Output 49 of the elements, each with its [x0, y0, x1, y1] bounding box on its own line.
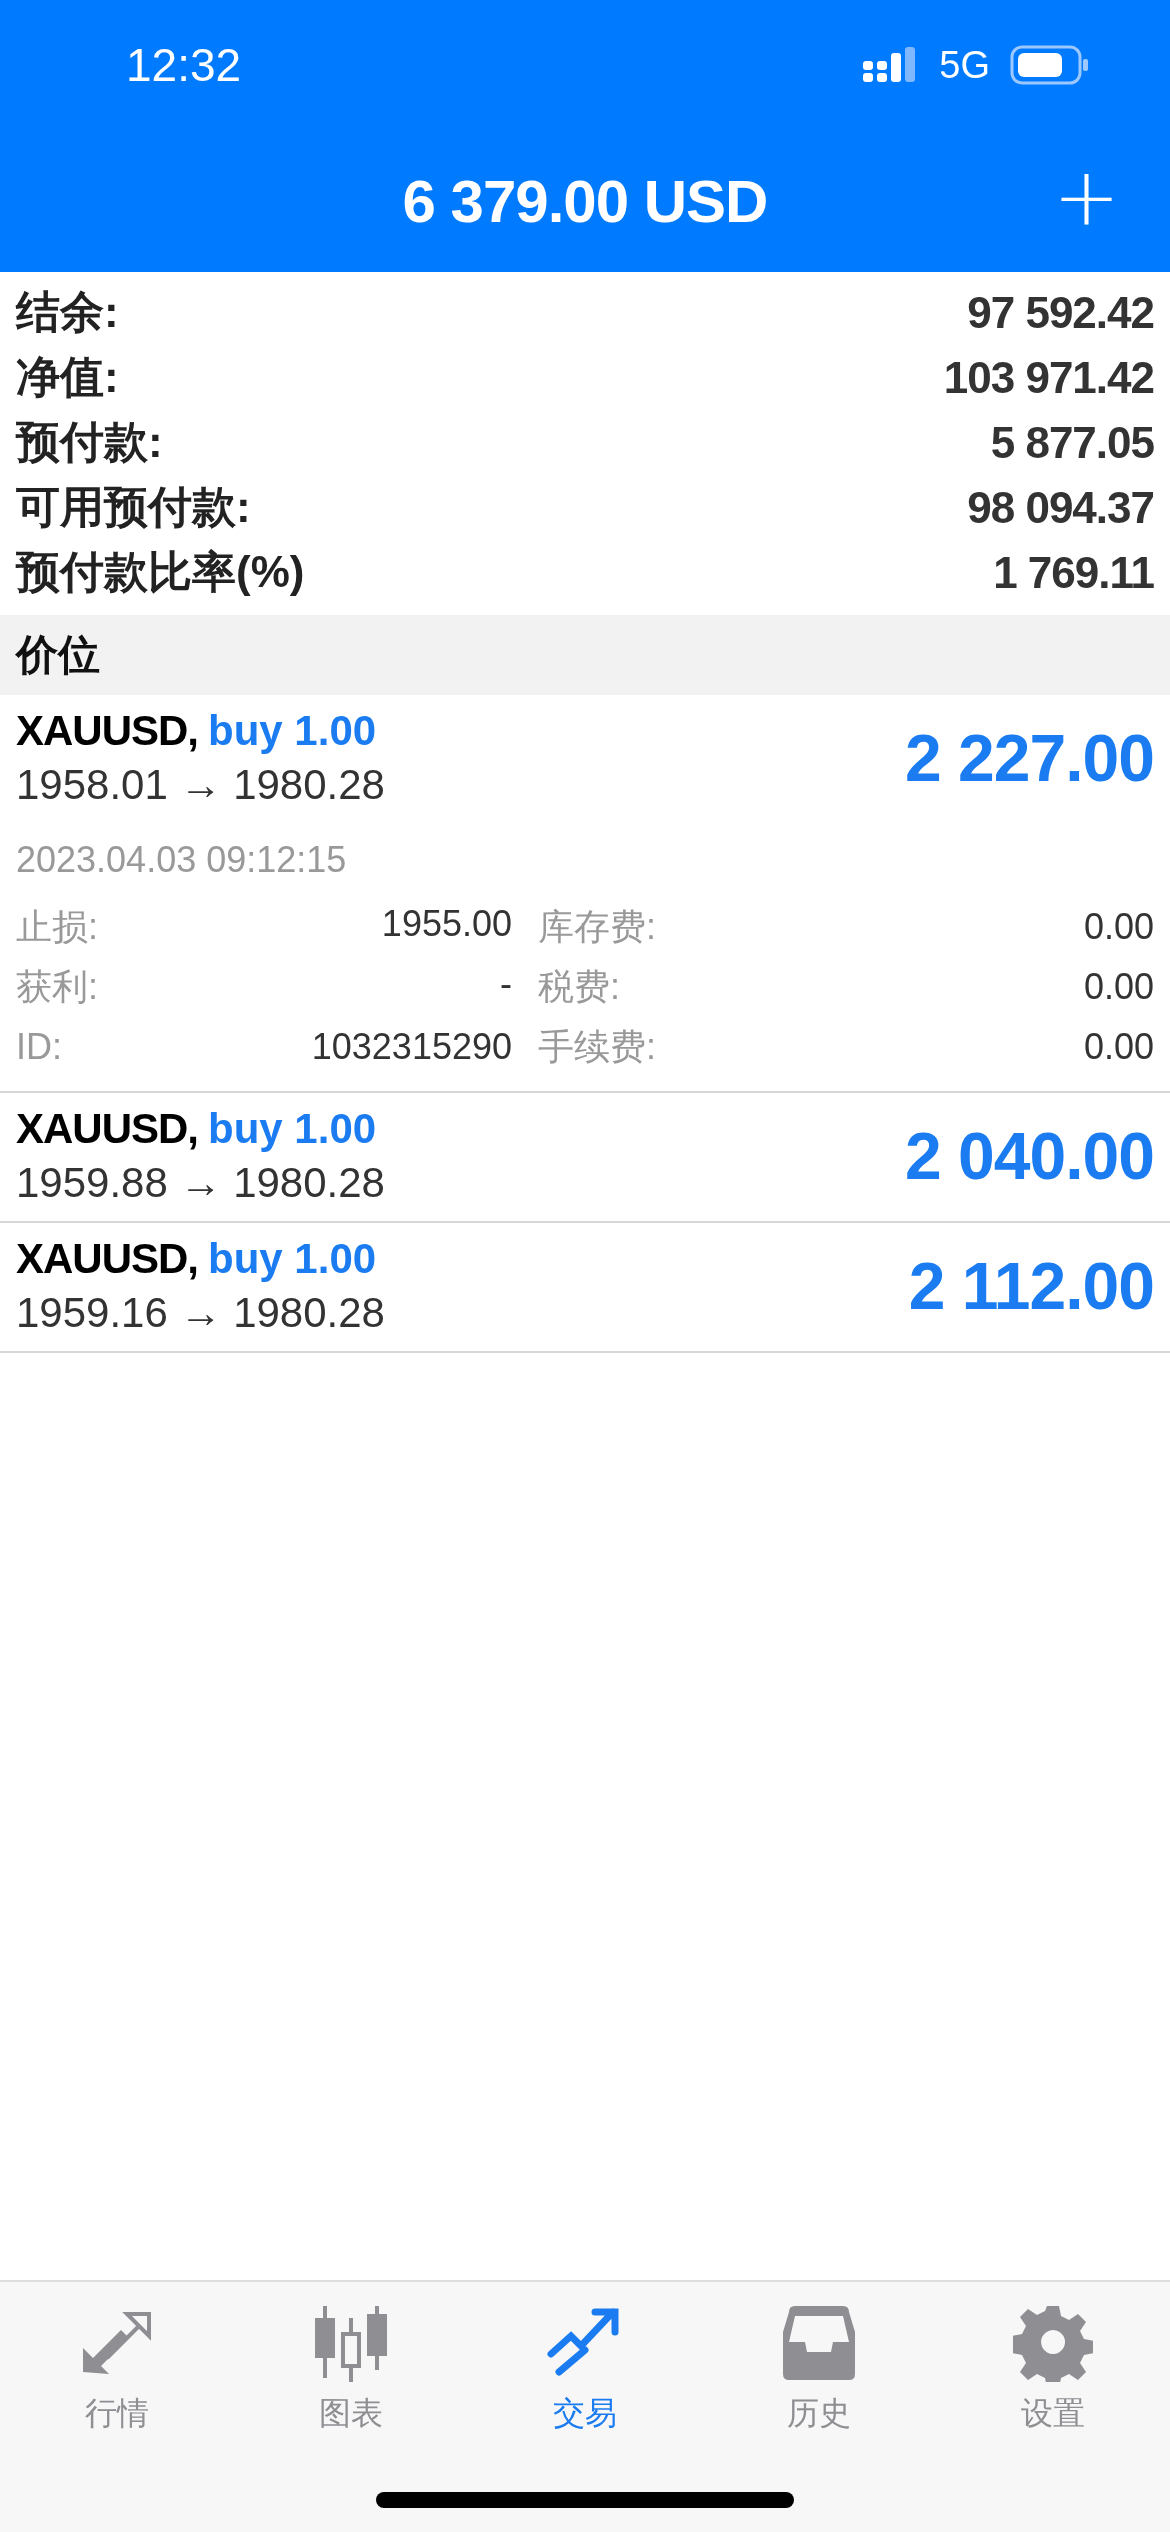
order-side: buy 1.00 [208, 707, 377, 755]
summary-label: 预付款: [16, 416, 163, 468]
symbol-label: XAUUSD, [16, 1105, 199, 1153]
tab[interactable]: 设置 [936, 2302, 1170, 2436]
summary-value: 103 971.42 [943, 352, 1154, 403]
detail-value: 0.00 [1083, 966, 1154, 1008]
detail-label: ID: [16, 1026, 62, 1068]
position-row[interactable]: XAUUSD, buy 1.00 1958.01 → 1980.28 2 227.00 2023.04.03 09:12:15 止损: 1955.00 库存费: 0.00 获利: - 税费: 0.00 ID: 1032315290 手续费: 0.00 [0, 695, 1170, 1093]
profit-value: 2 040.00 [905, 1118, 1154, 1194]
detail-label: 获利: [16, 964, 98, 1009]
price-range: 1958.01 → 1980.28 [16, 761, 385, 809]
price-range: 1959.16 → 1980.28 [16, 1289, 385, 1337]
order-side: buy 1.00 [208, 1105, 377, 1153]
detail-label: 税费: [538, 964, 621, 1009]
detail-value: 1032315290 [311, 1026, 512, 1068]
add-button[interactable]: + [1052, 168, 1120, 228]
detail-label: 止损: [16, 904, 98, 949]
detail-value: 0.00 [1083, 1026, 1154, 1068]
summary-label: 预付款比率(%) [16, 546, 305, 598]
summary-label: 可用预付款: [16, 481, 251, 533]
summary-value: 97 592.42 [967, 287, 1154, 338]
balance-title: 6 379.00 USD [402, 166, 768, 236]
summary-label: 净值: [16, 351, 119, 403]
summary-value: 5 877.05 [990, 417, 1154, 468]
battery-icon [1010, 45, 1090, 85]
price-range: 1959.88 → 1980.28 [16, 1159, 385, 1207]
symbol-label: XAUUSD, [16, 1235, 199, 1283]
detail-label: 库存费: [538, 904, 657, 949]
profit-value: 2 227.00 [905, 720, 1154, 796]
section-title: 价位 [16, 630, 100, 680]
symbol-label: XAUUSD, [16, 707, 199, 755]
summary-label: 结余: [16, 286, 119, 338]
tab[interactable]: 图表 [234, 2302, 468, 2436]
position-row[interactable]: XAUUSD, buy 1.00 1959.16 → 1980.28 2 112.00 [0, 1223, 1170, 1353]
detail-value: - [500, 962, 512, 1006]
status-time: 12:32 [126, 38, 242, 92]
summary-value: 1 769.11 [993, 547, 1154, 598]
network-label: 5G [939, 43, 990, 87]
detail-value: 1955.00 [381, 902, 512, 946]
detail-value: 0.00 [1083, 906, 1154, 948]
open-time: 2023.04.03 09:12:15 [16, 839, 348, 881]
summary-value: 98 094.37 [967, 482, 1154, 533]
tab[interactable]: 行情 [0, 2302, 234, 2436]
tab[interactable]: 历史 [702, 2302, 936, 2436]
order-side: buy 1.00 [208, 1235, 377, 1283]
profit-value: 2 112.00 [908, 1248, 1154, 1324]
detail-label: 手续费: [538, 1024, 657, 1069]
position-row[interactable]: XAUUSD, buy 1.00 1959.88 → 1980.28 2 040.00 [0, 1093, 1170, 1223]
tab[interactable]: 交易 [468, 2302, 702, 2436]
